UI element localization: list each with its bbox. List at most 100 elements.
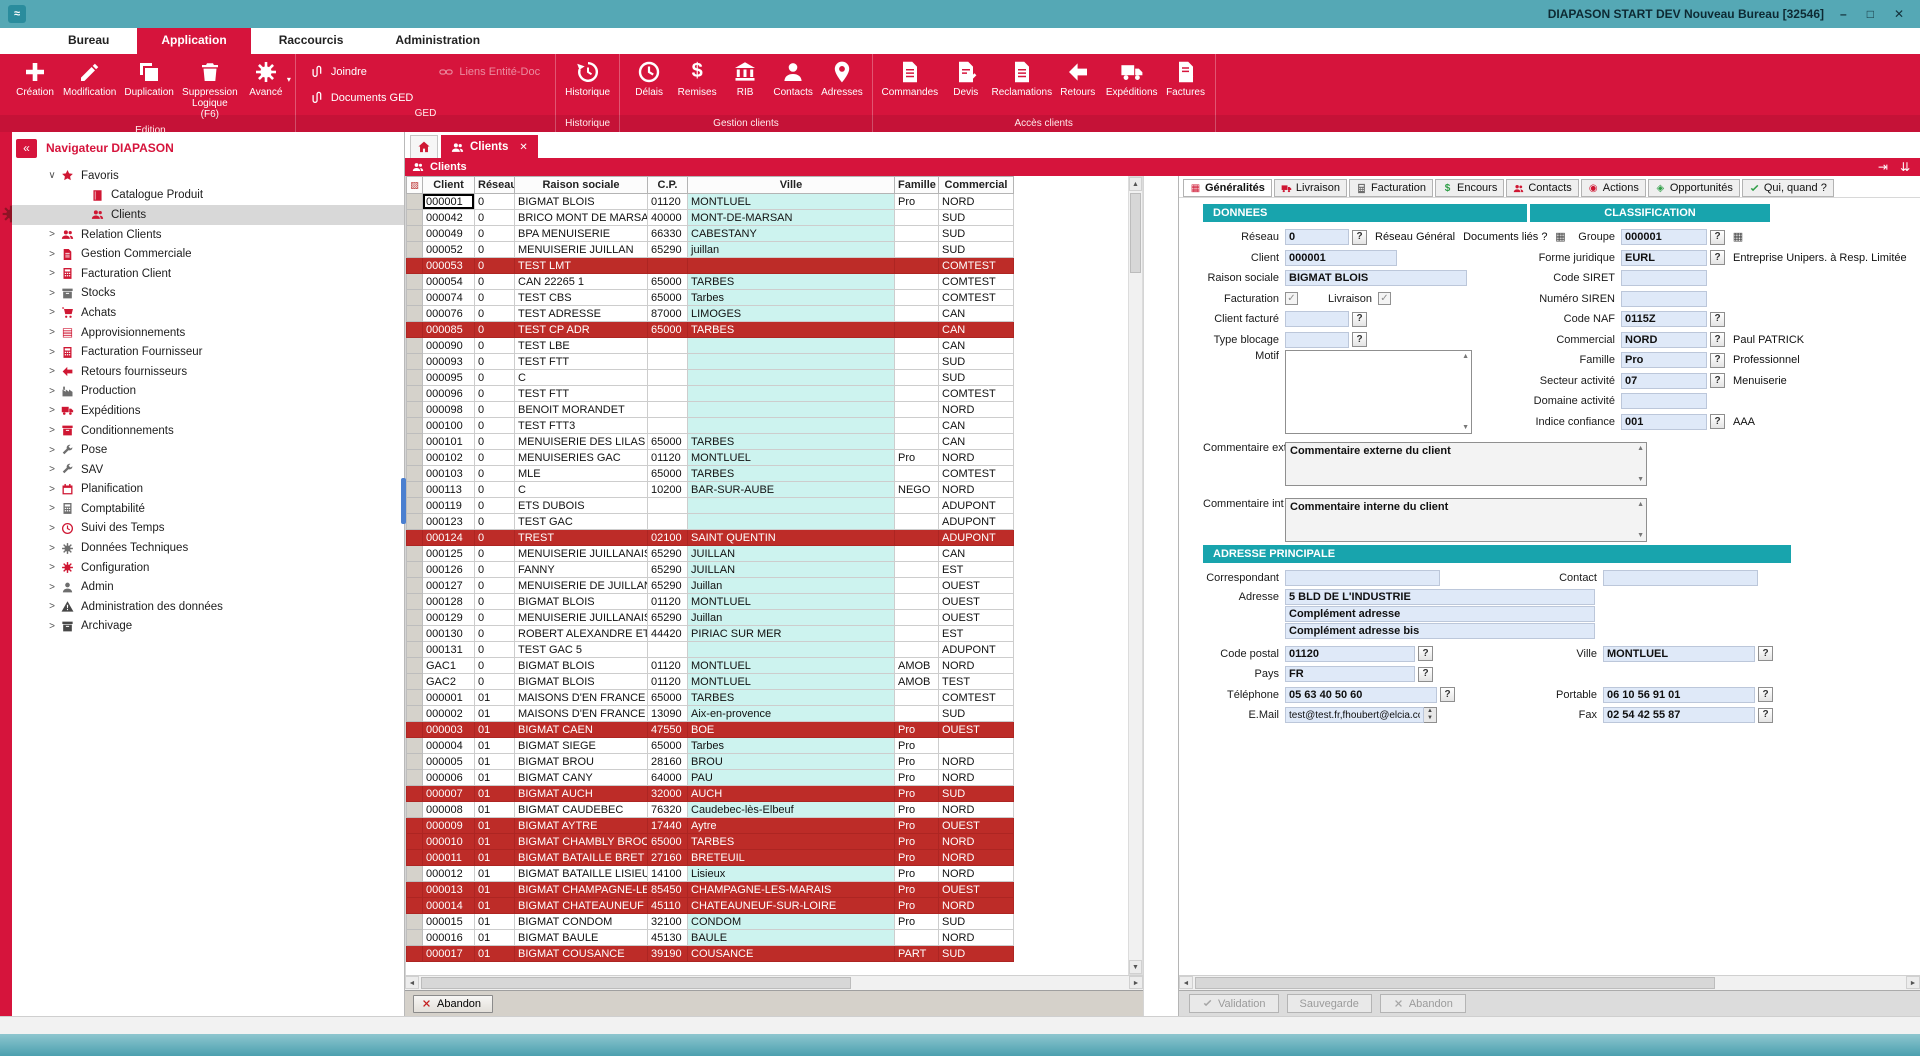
cell-raison-sociale[interactable]: MAISONS D'EN FRANCE	[514, 705, 648, 722]
table-row[interactable]: 000004 01 BIGMAT SIEGE 65000 Tarbes Pro	[406, 737, 1014, 754]
row-selector[interactable]	[406, 881, 423, 898]
cell-c-p[interactable]: 65290	[647, 241, 688, 258]
table-row[interactable]: 000042 0 BRICO MONT DE MARSA 40000 MONT-DE-M…	[406, 209, 1014, 226]
numero-siren-input[interactable]	[1621, 290, 1707, 307]
column-header-famille[interactable]: Famille	[894, 176, 939, 194]
cell-famille[interactable]	[894, 497, 939, 514]
row-selector[interactable]	[406, 241, 423, 258]
sidebar-item-admin[interactable]: > Admin	[12, 577, 404, 597]
table-row[interactable]: 000098 0 BENOIT MORANDET NORD	[406, 401, 1014, 418]
cell-c-p[interactable]: 28160	[647, 753, 688, 770]
cell-ville[interactable]	[687, 385, 895, 402]
vertical-scroll-thumb[interactable]	[1130, 193, 1141, 273]
table-row[interactable]: 000015 01 BIGMAT CONDOM 32100 CONDOM Pro SUD	[406, 913, 1014, 930]
cell-client[interactable]: GAC2	[422, 673, 475, 690]
client-facture-input[interactable]	[1285, 311, 1349, 328]
table-row[interactable]: 000126 0 FANNY 65290 JUILLAN EST	[406, 561, 1014, 578]
table-row[interactable]: 000052 0 MENUISERIE JUILLAN 65290 juillan SUD	[406, 241, 1014, 258]
reseau-input[interactable]	[1285, 229, 1349, 246]
table-row[interactable]: 000102 0 MENUISERIES GAC 01120 MONTLUEL Pro NO…	[406, 449, 1014, 466]
cell-reseau[interactable]: 01	[474, 817, 515, 834]
cell-raison-sociale[interactable]: CAN 22265 1	[514, 273, 648, 290]
table-row[interactable]: 000009 01 BIGMAT AYTRE 17440 Aytre Pro OUEST	[406, 817, 1014, 834]
sidebar-item-donnees-techniques[interactable]: > Données Techniques	[12, 538, 404, 558]
fax-input[interactable]	[1603, 707, 1755, 724]
tab-contacts[interactable]: Contacts	[1506, 179, 1579, 197]
cell-client[interactable]: 000001	[422, 193, 475, 210]
cell-commercial[interactable]: COMTEST	[938, 385, 1014, 402]
cell-c-p[interactable]: 39190	[647, 945, 688, 962]
cell-c-p[interactable]: 66330	[647, 225, 688, 242]
cell-reseau[interactable]: 0	[474, 305, 515, 322]
cell-famille[interactable]: Pro	[894, 833, 939, 850]
table-row[interactable]: 000095 0 C SUD	[406, 369, 1014, 386]
cell-famille[interactable]	[894, 929, 939, 946]
cell-reseau[interactable]: 0	[474, 209, 515, 226]
cell-client[interactable]: 000017	[422, 945, 475, 962]
textarea-scroll-up-icon[interactable]: ▲	[1637, 501, 1644, 508]
cell-c-p[interactable]: 40000	[647, 209, 688, 226]
cell-client[interactable]: 000002	[422, 705, 475, 722]
table-row[interactable]: 000017 01 BIGMAT COUSANCE 39190 COUSANCE PART…	[406, 945, 1014, 962]
table-vertical-scrollbar[interactable]: ▲ ▼	[1128, 176, 1143, 975]
cell-commercial[interactable]: OUEST	[938, 721, 1014, 738]
cell-ville[interactable]: CHATEAUNEUF-SUR-LOIRE	[687, 897, 895, 914]
row-selector[interactable]	[406, 545, 423, 562]
facturation-checkbox[interactable]: ✓	[1285, 292, 1298, 306]
scroll-down-icon[interactable]: ⇊	[1900, 161, 1910, 173]
row-selector[interactable]	[406, 433, 423, 450]
table-row[interactable]: 000093 0 TEST FTT SUD	[406, 353, 1014, 370]
cell-c-p[interactable]: 27160	[647, 849, 688, 866]
cell-c-p[interactable]	[647, 353, 688, 370]
sidebar-item-catalogue-produit[interactable]: Catalogue Produit	[12, 186, 404, 206]
tab-qui-quand[interactable]: Qui, quand ?	[1741, 179, 1834, 197]
row-selector[interactable]	[406, 705, 423, 722]
row-selector[interactable]	[406, 401, 423, 418]
cell-ville[interactable]	[687, 369, 895, 386]
livraison-checkbox[interactable]: ✓	[1378, 292, 1391, 306]
cell-commercial[interactable]: CAN	[938, 337, 1014, 354]
cell-client[interactable]: 000096	[422, 385, 475, 402]
ribbon-button-retours[interactable]: Retours	[1054, 57, 1102, 100]
row-selector[interactable]	[406, 849, 423, 866]
cell-reseau[interactable]: 0	[474, 545, 515, 562]
table-row[interactable]: 000074 0 TEST CBS 65000 Tarbes COMTEST	[406, 289, 1014, 306]
cell-client[interactable]: 000052	[422, 241, 475, 258]
cell-famille[interactable]: Pro	[894, 737, 939, 754]
tab-generalites[interactable]: ▦ Généralités	[1183, 179, 1272, 197]
cell-famille[interactable]: Pro	[894, 753, 939, 770]
cell-c-p[interactable]: 10200	[647, 481, 688, 498]
table-row[interactable]: 000129 0 MENUISERIE JUILLANAIS 65290 Juillan…	[406, 609, 1014, 626]
adresse-line2-input[interactable]	[1285, 606, 1595, 622]
cell-reseau[interactable]: 0	[474, 273, 515, 290]
cell-c-p[interactable]: 01120	[647, 673, 688, 690]
table-row[interactable]: 000008 01 BIGMAT CAUDEBEC 76320 Caudebec-lès…	[406, 801, 1014, 818]
cell-ville[interactable]: TARBES	[687, 321, 895, 338]
table-row[interactable]: 000049 0 BPA MENUISERIE 66330 CABESTANY SUD	[406, 225, 1014, 242]
cell-raison-sociale[interactable]: C	[514, 369, 648, 386]
cell-commercial[interactable]: SUD	[938, 209, 1014, 226]
cell-raison-sociale[interactable]: ROBERT ALEXANDRE ET	[514, 625, 648, 642]
cell-ville[interactable]: MONTLUEL	[687, 673, 895, 690]
cell-raison-sociale[interactable]: MENUISERIE JUILLANAIS	[514, 609, 648, 626]
cell-c-p[interactable]: 65000	[647, 273, 688, 290]
secteur-activite-help-button[interactable]: ?	[1710, 373, 1725, 389]
table-row[interactable]: 000113 0 C 10200 BAR-SUR-AUBE NEGO NORD	[406, 481, 1014, 498]
menu-tab-application[interactable]: Application	[137, 28, 251, 54]
cell-client[interactable]: 000015	[422, 913, 475, 930]
cell-client[interactable]: 000076	[422, 305, 475, 322]
cell-c-p[interactable]: 65290	[647, 609, 688, 626]
cell-reseau[interactable]: 0	[474, 433, 515, 450]
cell-ville[interactable]: Juillan	[687, 609, 895, 626]
cell-client[interactable]: 000123	[422, 513, 475, 530]
cell-reseau[interactable]: 01	[474, 881, 515, 898]
cell-c-p[interactable]	[647, 385, 688, 402]
cell-client[interactable]: 000113	[422, 481, 475, 498]
cell-c-p[interactable]: 76320	[647, 801, 688, 818]
row-selector[interactable]	[406, 465, 423, 482]
cell-c-p[interactable]: 65290	[647, 577, 688, 594]
cell-client[interactable]: 000101	[422, 433, 475, 450]
cell-raison-sociale[interactable]: BIGMAT CANY	[514, 769, 648, 786]
cell-commercial[interactable]: SUD	[938, 945, 1014, 962]
row-selector[interactable]	[406, 481, 423, 498]
